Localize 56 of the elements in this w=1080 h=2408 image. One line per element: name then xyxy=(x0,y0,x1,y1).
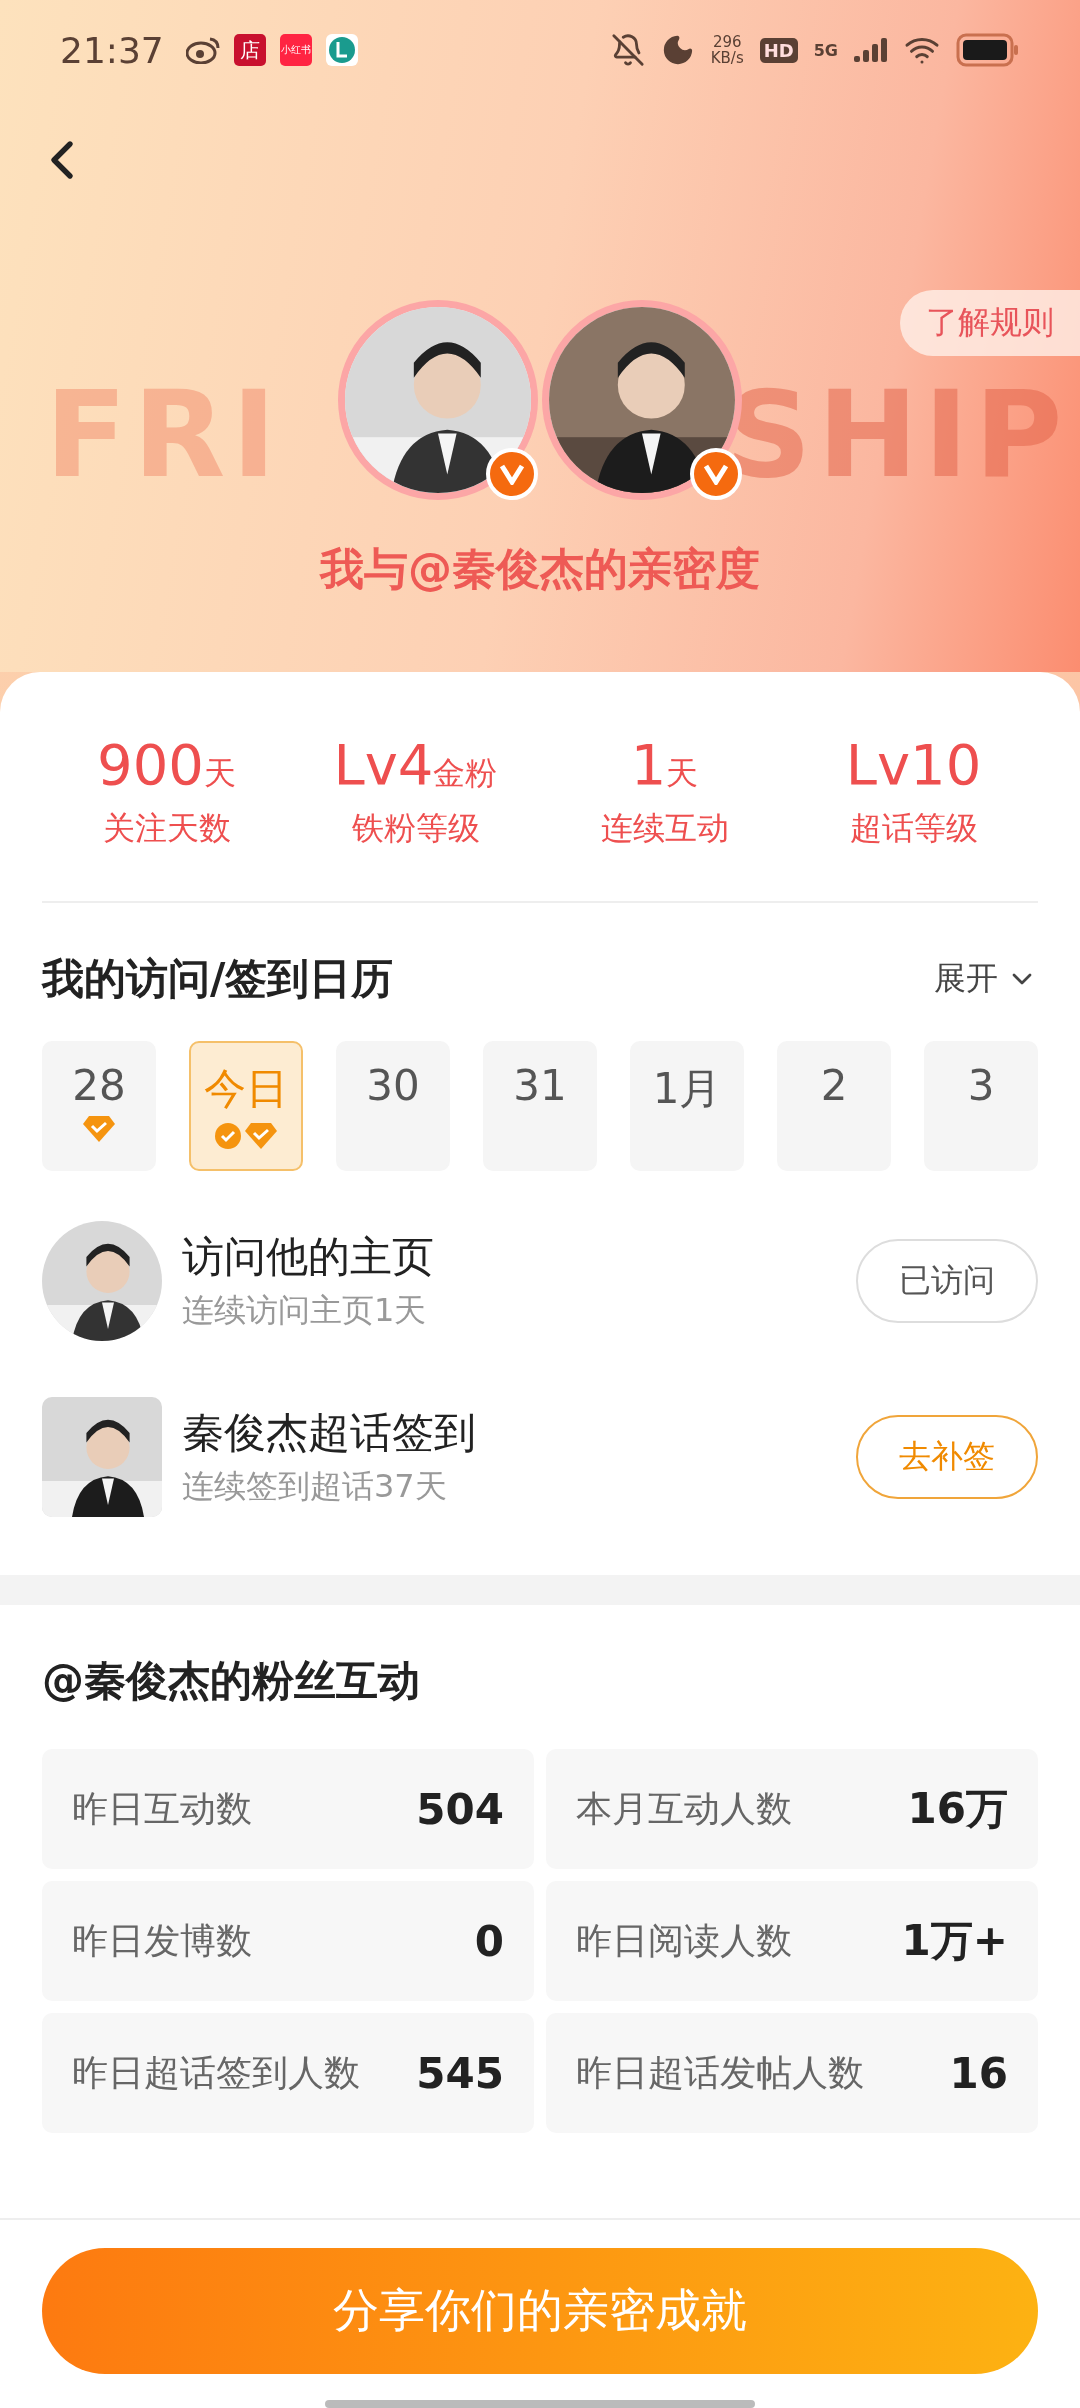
calendar-day[interactable]: 2 xyxy=(777,1041,891,1171)
day-label: 今日 xyxy=(204,1063,288,1115)
calendar-day[interactable]: 30 xyxy=(336,1041,450,1171)
stat-label: 连续互动 xyxy=(600,808,729,849)
day-label: 2 xyxy=(820,1061,848,1110)
network-type: 5G xyxy=(813,40,838,60)
metric-value: 0 xyxy=(474,1916,504,1966)
section-title: @秦俊杰的粉丝互动 xyxy=(42,1655,420,1707)
day-label: 30 xyxy=(366,1061,420,1110)
day-label: 1月 xyxy=(652,1063,722,1115)
stat-label: 关注天数 xyxy=(102,808,231,849)
metric-value: 16万 xyxy=(907,1783,1008,1835)
metric-value: 16 xyxy=(949,2048,1008,2098)
calendar-day[interactable]: 31 xyxy=(483,1041,597,1171)
hd-indicator: HD xyxy=(759,37,798,63)
day-label: 3 xyxy=(967,1061,995,1110)
metric-label: 昨日互动数 xyxy=(72,1786,252,1831)
signal-icon xyxy=(854,38,888,62)
app-icon xyxy=(325,34,358,66)
metric-label: 昨日阅读人数 xyxy=(576,1918,792,1963)
metric-value: 1万+ xyxy=(901,1915,1008,1967)
day-label: 31 xyxy=(513,1061,567,1110)
section-title: 我的访问/签到日历 xyxy=(42,953,394,1005)
expand-toggle[interactable]: 展开 xyxy=(934,957,1038,1001)
metric-label: 昨日超话发帖人数 xyxy=(576,2050,864,2095)
calendar-day[interactable]: 1月 xyxy=(630,1041,744,1171)
metric-label: 昨日超话签到人数 xyxy=(72,2050,360,2095)
task-subtitle: 连续签到超话37天 xyxy=(182,1466,448,1507)
status-time: 21:37 xyxy=(60,29,164,71)
shop-app-icon: 店 xyxy=(233,34,266,66)
notes-app-icon: 小红书 xyxy=(279,34,312,66)
metric-label: 昨日发博数 xyxy=(72,1918,252,1963)
weibo-icon xyxy=(185,36,220,64)
stat-value: 1天 xyxy=(630,732,699,797)
metric-label: 本月互动人数 xyxy=(576,1786,792,1831)
stat-value: 900天 xyxy=(97,732,236,797)
network-speed: 296 KB/s xyxy=(710,34,744,66)
stat-value: Lv10 xyxy=(845,732,982,797)
task-title: 秦俊杰超话签到 xyxy=(182,1407,477,1459)
calendar-day[interactable]: 28 xyxy=(42,1041,156,1171)
page-title: 我与@秦俊杰的亲密度 xyxy=(318,542,761,596)
stat-value: Lv4金粉 xyxy=(333,732,498,797)
stat-label: 铁粉等级 xyxy=(351,808,480,849)
sign-in-check-icon xyxy=(83,1116,115,1142)
battery-icon xyxy=(956,33,1020,67)
metric-value: 504 xyxy=(416,1784,504,1834)
stat-label: 超话等级 xyxy=(849,808,978,849)
mute-icon xyxy=(610,33,645,67)
calendar-day[interactable]: 3 xyxy=(924,1041,1038,1171)
visit-check-icon xyxy=(215,1123,241,1149)
task-title: 访问他的主页 xyxy=(182,1231,435,1283)
task-button[interactable]: 已访问 xyxy=(856,1239,1038,1323)
day-label: 28 xyxy=(72,1061,126,1110)
metric-value: 545 xyxy=(416,2048,504,2098)
sign-in-check-icon xyxy=(245,1123,277,1149)
task-subtitle: 连续访问主页1天 xyxy=(182,1290,428,1331)
